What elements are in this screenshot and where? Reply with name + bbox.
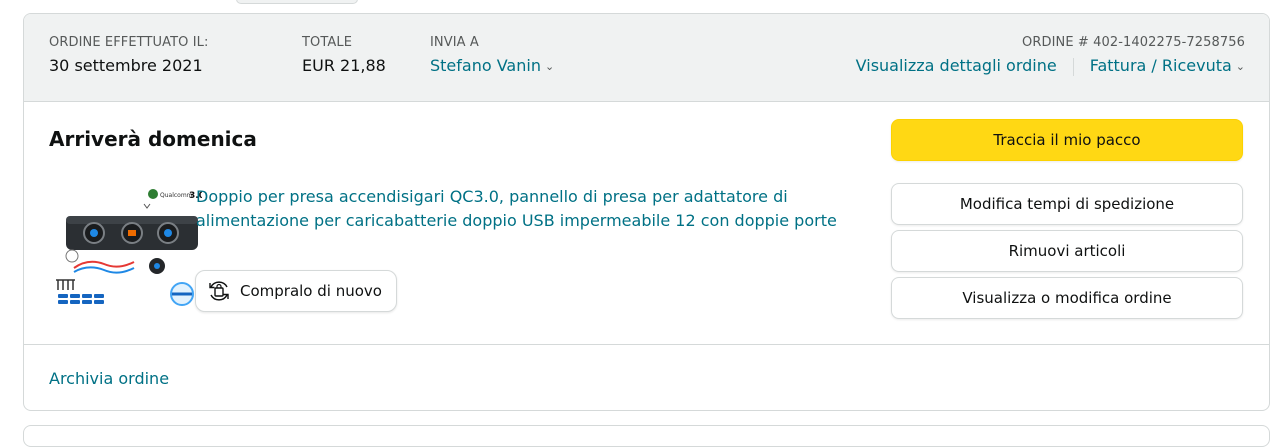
- order-total-column: TOTALE EUR 21,88: [302, 35, 386, 75]
- view-edit-order-button[interactable]: Visualizza o modifica ordine: [891, 277, 1243, 319]
- track-package-button[interactable]: Traccia il mio pacco: [891, 119, 1243, 161]
- ship-to-dropdown[interactable]: Stefano Vanin ⌄: [430, 56, 554, 75]
- buy-again-label: Compralo di nuovo: [240, 282, 382, 300]
- ship-to-label: INVIA A: [430, 35, 479, 50]
- order-header: ORDINE EFFETTUATO IL: 30 settembre 2021 …: [24, 14, 1269, 102]
- card-divider: [24, 344, 1269, 345]
- change-shipping-button[interactable]: Modifica tempi di spedizione: [891, 183, 1243, 225]
- previous-tab-edge: [236, 0, 358, 4]
- order-date-value: 30 settembre 2021: [49, 56, 203, 75]
- order-number: ORDINE # 402-1402275-7258756: [1022, 35, 1245, 50]
- order-date-column: ORDINE EFFETTUATO IL: 30 settembre 2021: [49, 35, 208, 75]
- remove-items-button[interactable]: Rimuovi articoli: [891, 230, 1243, 272]
- divider: [1072, 57, 1074, 76]
- ship-to-name[interactable]: Stefano Vanin: [430, 56, 541, 75]
- next-order-card-edge: [23, 425, 1270, 447]
- order-header-links: Visualizza dettagli ordine Fattura / Rice…: [856, 56, 1245, 76]
- buy-again-button[interactable]: Compralo di nuovo: [195, 270, 397, 312]
- archive-order-link[interactable]: Archivia ordine: [49, 369, 169, 388]
- order-total-value: EUR 21,88: [302, 56, 386, 75]
- chevron-down-icon: ⌄: [1235, 60, 1245, 73]
- invoice-dropdown[interactable]: Fattura / Ricevuta: [1090, 56, 1232, 75]
- svg-text:Qualcomm: Qualcomm: [160, 192, 193, 199]
- order-details-link[interactable]: Visualizza dettagli ordine: [856, 56, 1057, 75]
- buy-again-icon: [209, 281, 229, 301]
- order-number-column: ORDINE # 402-1402275-7258756 Visualizza …: [856, 35, 1245, 76]
- product-title-link[interactable]: Doppio per presa accendisigari QC3.0, pa…: [196, 185, 856, 233]
- order-total-label: TOTALE: [302, 35, 353, 50]
- ship-to-column: INVIA A Stefano Vanin ⌄: [430, 35, 554, 75]
- delivery-status: Arriverà domenica: [49, 127, 257, 151]
- chevron-down-icon: ⌄: [544, 60, 555, 73]
- order-card: ORDINE EFFETTUATO IL: 30 settembre 2021 …: [23, 13, 1270, 411]
- product-image[interactable]: Qualcomm 3.0: [54, 186, 202, 308]
- order-date-label: ORDINE EFFETTUATO IL:: [49, 35, 209, 50]
